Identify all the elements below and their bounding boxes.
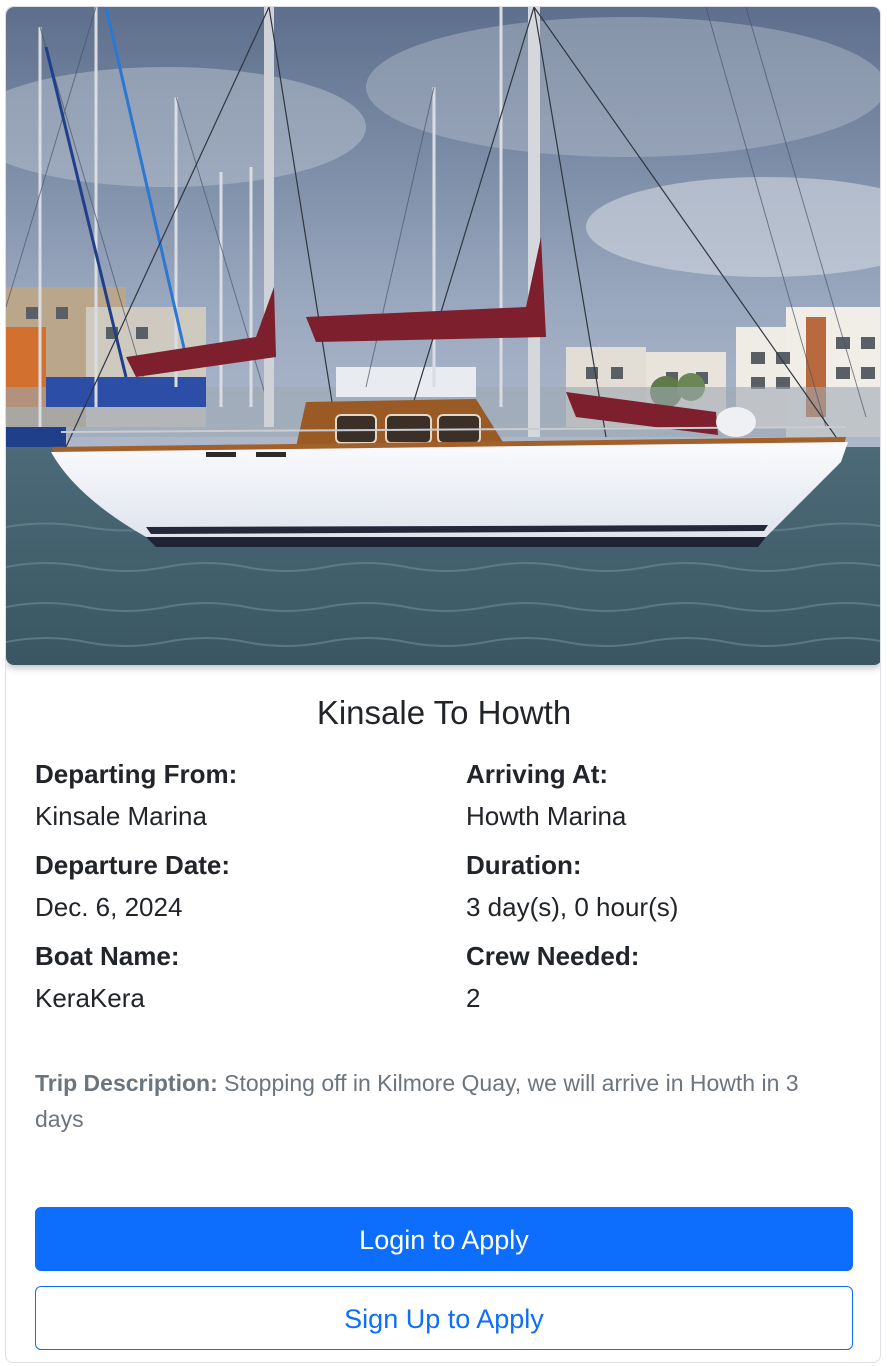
duration-value: 3 day(s), 0 hour(s) xyxy=(466,892,679,922)
departure-date-label: Departure Date: xyxy=(35,850,231,880)
departing-from: Departing From: Kinsale Marina xyxy=(35,757,435,833)
duration: Duration: 3 day(s), 0 hour(s) xyxy=(466,848,866,924)
departing-from-value: Kinsale Marina xyxy=(35,801,207,831)
sign-up-to-apply-button[interactable]: Sign Up to Apply xyxy=(35,1286,853,1350)
trip-description-label: Trip Description: xyxy=(35,1070,218,1096)
boat-name-value: KeraKera xyxy=(35,983,145,1013)
departure-date: Departure Date: Dec. 6, 2024 xyxy=(35,848,435,924)
trip-card: Kinsale To Howth Departing From: Kinsale… xyxy=(5,6,881,1363)
crew-needed-value: 2 xyxy=(466,983,481,1013)
departing-from-label: Departing From: xyxy=(35,759,238,789)
login-to-apply-button[interactable]: Login to Apply xyxy=(35,1207,853,1271)
boat-name: Boat Name: KeraKera xyxy=(35,939,435,1015)
arriving-at-value: Howth Marina xyxy=(466,801,627,831)
boat-photo xyxy=(6,7,880,665)
arriving-at-label: Arriving At: xyxy=(466,759,609,789)
arriving-at: Arriving At: Howth Marina xyxy=(466,757,866,833)
crew-needed: Crew Needed: 2 xyxy=(466,939,866,1015)
boat-name-label: Boat Name: xyxy=(35,941,180,971)
departure-date-value: Dec. 6, 2024 xyxy=(35,892,183,922)
duration-label: Duration: xyxy=(466,850,582,880)
trip-title: Kinsale To Howth xyxy=(316,694,572,731)
crew-needed-label: Crew Needed: xyxy=(466,941,640,971)
trip-description: Trip Description: Stopping off in Kilmor… xyxy=(35,1065,853,1137)
